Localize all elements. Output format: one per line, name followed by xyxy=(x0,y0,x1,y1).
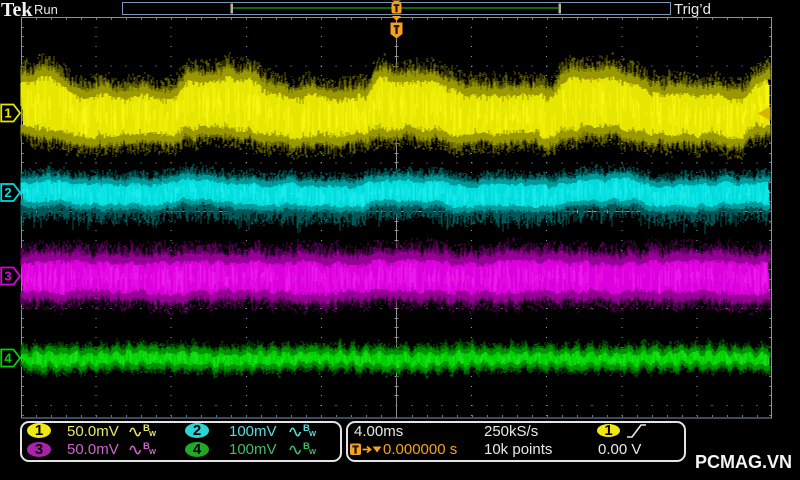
svg-text:1: 1 xyxy=(4,106,11,121)
svg-text:3: 3 xyxy=(4,269,11,284)
svg-text:4: 4 xyxy=(4,351,12,366)
svg-text:2: 2 xyxy=(4,185,11,200)
